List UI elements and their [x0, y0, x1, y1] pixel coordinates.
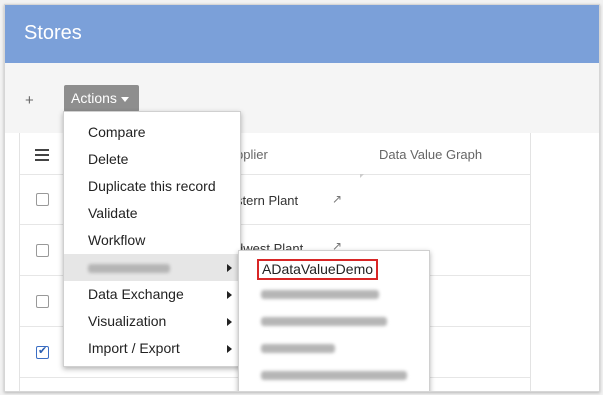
- page-header: Stores: [5, 5, 599, 63]
- redacted-label: [261, 371, 407, 380]
- redacted-label: [261, 317, 387, 326]
- menu-item-validate[interactable]: Validate: [64, 200, 240, 227]
- column-header-data-value-graph[interactable]: Data Value Graph: [379, 147, 482, 162]
- chevron-right-icon: [227, 345, 232, 353]
- actions-button[interactable]: Actions: [64, 85, 139, 112]
- add-button[interactable]: +: [25, 92, 34, 109]
- menu-item-label: Validate: [88, 205, 138, 221]
- menu-item-import-export[interactable]: Import / Export: [64, 335, 240, 362]
- redacted-label: [88, 263, 170, 273]
- chevron-right-icon: [227, 291, 232, 299]
- menu-item-visualization[interactable]: Visualization: [64, 308, 240, 335]
- row-checkbox-checked[interactable]: [36, 344, 49, 359]
- chevron-right-icon: [227, 264, 232, 272]
- submenu-item-adatavaluedemo[interactable]: ADataValueDemo: [239, 255, 429, 282]
- menu-item-delete[interactable]: Delete: [64, 146, 240, 173]
- app-window: Stores + Actions pplier Data Value Graph…: [4, 4, 600, 392]
- submenu: ADataValueDemo: [238, 250, 430, 391]
- menu-item-data-exchange[interactable]: Data Exchange: [64, 281, 240, 308]
- submenu-item-redacted[interactable]: [239, 308, 429, 335]
- actions-menu: Compare Delete Duplicate this record Val…: [63, 111, 241, 367]
- submenu-item-redacted[interactable]: [239, 281, 429, 308]
- external-link-icon[interactable]: ↗: [332, 192, 342, 206]
- menu-item-label: Delete: [88, 151, 129, 167]
- highlighted-item-label: ADataValueDemo: [257, 259, 378, 280]
- actions-button-label: Actions: [71, 90, 117, 106]
- redacted-label: [261, 344, 335, 353]
- menu-item-label: Duplicate this record: [88, 178, 216, 194]
- menu-item-workflow[interactable]: Workflow: [64, 227, 240, 254]
- menu-item-label: Workflow: [88, 232, 146, 248]
- row-checkbox[interactable]: [36, 244, 49, 257]
- menu-item-label: Compare: [88, 124, 146, 140]
- submenu-item-redacted[interactable]: [239, 362, 429, 389]
- menu-item-label: Data Exchange: [88, 286, 184, 302]
- row-checkbox[interactable]: [36, 295, 49, 308]
- row-checkbox[interactable]: [36, 193, 49, 206]
- submenu-item-redacted[interactable]: [239, 335, 429, 362]
- menu-item-label: Import / Export: [88, 340, 180, 356]
- menu-item-label: Visualization: [88, 313, 167, 329]
- menu-item-compare[interactable]: Compare: [64, 119, 240, 146]
- chevron-right-icon: [227, 318, 232, 326]
- menu-item-duplicate[interactable]: Duplicate this record: [64, 173, 240, 200]
- supplier-cell: stern Plant: [236, 193, 299, 208]
- page-title: Stores: [24, 22, 82, 44]
- hamburger-icon[interactable]: [35, 149, 49, 161]
- menu-item-redacted[interactable]: [64, 254, 240, 281]
- redacted-label: [261, 290, 379, 299]
- caret-down-icon: [120, 96, 129, 102]
